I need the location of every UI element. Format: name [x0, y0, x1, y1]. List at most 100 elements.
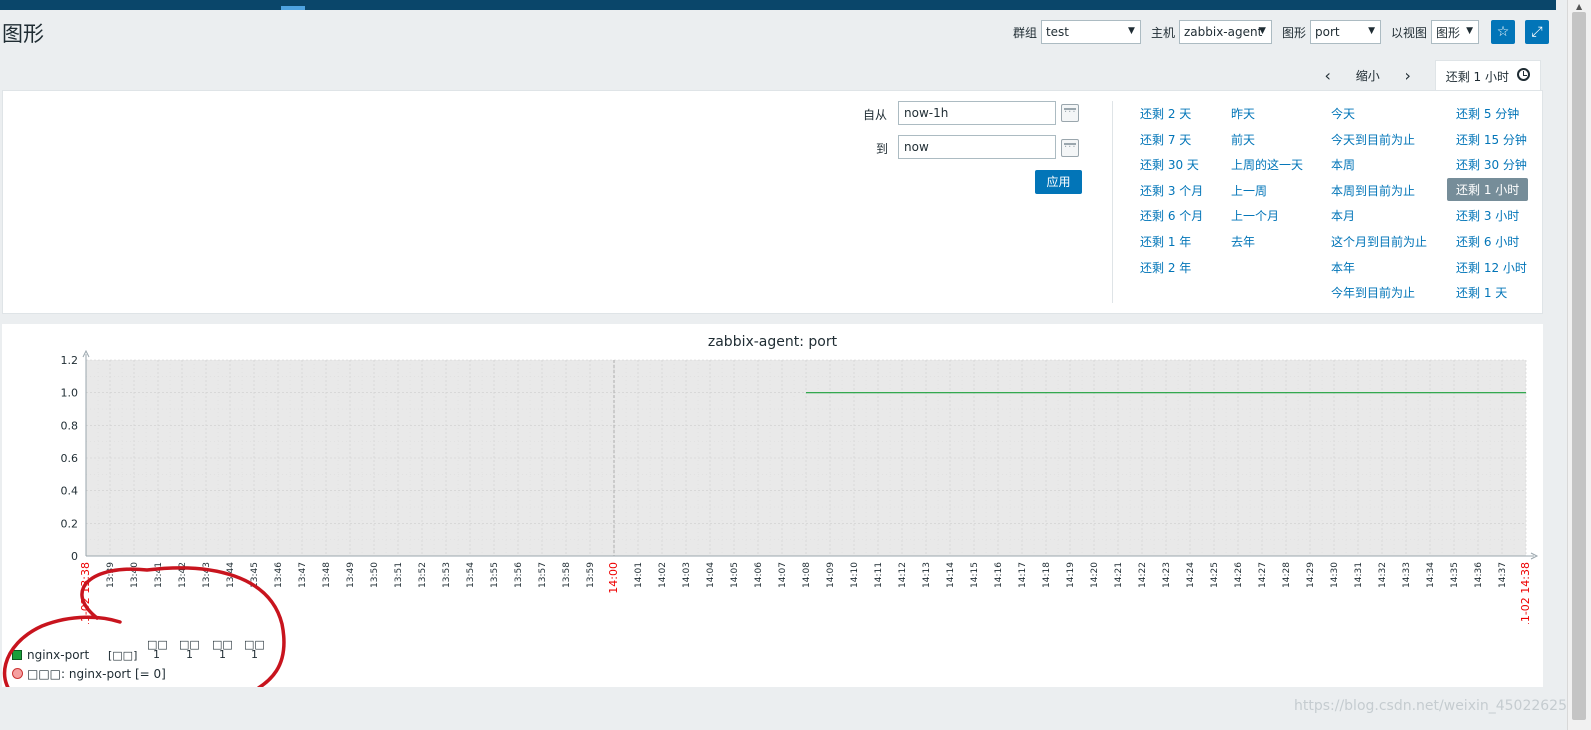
legend-unit: [□□] — [108, 649, 138, 662]
quick-range-link[interactable]: 还剩 12 小时 — [1456, 259, 1527, 276]
x-tick-label: 13:44 — [226, 562, 236, 588]
x-tick-label: 14:24 — [1186, 562, 1196, 588]
watermark: https://blog.csdn.net/weixin_45022625 — [1293, 698, 1567, 714]
quick-range-link[interactable]: 前天 — [1231, 131, 1255, 148]
time-range-tab-label: 还剩 1 小时 — [1445, 69, 1509, 84]
x-tick-label: 14:18 — [1042, 562, 1052, 588]
chevron-right-icon[interactable]: › — [1393, 66, 1423, 85]
x-tick-label: 13:42 — [178, 562, 188, 588]
x-tick-label: 14:05 — [730, 562, 740, 588]
trigger-indicator-icon — [12, 668, 23, 679]
vertical-scrollbar[interactable]: ▲ — [1567, 0, 1591, 730]
x-tick-label: 14:28 — [1282, 562, 1292, 588]
quick-range-link[interactable]: 还剩 6 小时 — [1456, 233, 1519, 250]
quick-range-link[interactable]: 上一周 — [1231, 182, 1267, 199]
x-tick-label: 13:51 — [394, 562, 404, 588]
scroll-up-icon[interactable]: ▲ — [1576, 2, 1582, 11]
legend-stat-value: 1 — [186, 648, 193, 661]
calendar-icon[interactable] — [1061, 104, 1079, 122]
fullscreen-icon[interactable]: ⤢ — [1525, 20, 1549, 44]
host-select[interactable]: zabbix-agent ▼ — [1178, 20, 1272, 44]
quick-range-link[interactable]: 还剩 15 分钟 — [1456, 131, 1527, 148]
quick-range-link[interactable]: 还剩 7 天 — [1140, 131, 1191, 148]
x-tick-label: 13:50 — [370, 562, 380, 588]
scrollbar-thumb[interactable] — [1572, 12, 1586, 720]
x-tick-label: 14:04 — [706, 562, 716, 588]
x-tick-label: 14:07 — [778, 562, 788, 588]
y-tick-label: 0.4 — [61, 485, 79, 498]
chevron-down-icon: ▼ — [1259, 26, 1266, 36]
quick-range-link[interactable]: 本周 — [1331, 156, 1355, 173]
zoom-out-button[interactable]: 缩小 — [1343, 67, 1393, 84]
x-tick-label: 11-02 13:38 — [79, 562, 92, 624]
x-tick-label: 13:54 — [466, 562, 476, 588]
x-tick-label: 14:14 — [946, 562, 956, 588]
quick-range-link[interactable]: 还剩 2 年 — [1140, 259, 1191, 276]
x-tick-label: 14:26 — [1234, 562, 1244, 588]
quick-range-link[interactable]: 还剩 1 年 — [1140, 233, 1191, 250]
x-tick-label: 13:53 — [442, 562, 452, 588]
legend-stat-value: 1 — [219, 648, 226, 661]
quick-range-link[interactable]: 还剩 30 天 — [1140, 156, 1199, 173]
x-tick-label: 14:02 — [658, 562, 668, 588]
quick-range-link[interactable]: 去年 — [1231, 233, 1255, 250]
group-select[interactable]: test ▼ — [1040, 20, 1141, 44]
x-tick-label: 14:37 — [1498, 562, 1508, 588]
quick-range-link[interactable]: 本年 — [1331, 259, 1355, 276]
graph-select-value: port — [1314, 25, 1340, 39]
quick-range-link[interactable]: 今天到目前为止 — [1331, 131, 1415, 148]
trigger-expression: [= 0] — [135, 667, 166, 681]
group-select-value: test — [1045, 25, 1069, 39]
graph-select[interactable]: port ▼ — [1309, 20, 1381, 44]
chevron-left-icon[interactable]: ‹ — [1313, 66, 1343, 85]
to-input[interactable]: now — [898, 135, 1056, 159]
quick-range-link[interactable]: 还剩 1 天 — [1456, 284, 1507, 301]
from-input[interactable]: now-1h — [898, 101, 1056, 125]
quick-range-link[interactable]: 还剩 2 天 — [1140, 105, 1191, 122]
x-tick-label: 14:12 — [898, 562, 908, 588]
quick-range-link[interactable]: 昨天 — [1231, 105, 1255, 122]
x-tick-label: 14:10 — [850, 562, 860, 588]
view-select[interactable]: 图形 ▼ — [1431, 20, 1479, 44]
quick-range-link[interactable]: 还剩 5 分钟 — [1456, 105, 1519, 122]
x-tick-label: 14:19 — [1066, 562, 1076, 588]
y-tick-label: 0 — [71, 550, 78, 563]
chevron-down-icon: ▼ — [1128, 26, 1135, 36]
quick-range-link[interactable]: 还剩 30 分钟 — [1456, 156, 1527, 173]
legend-color-swatch — [12, 650, 22, 660]
apply-button[interactable]: 应用 — [1035, 170, 1082, 194]
x-tick-label: 14:09 — [826, 562, 836, 588]
quick-range-link[interactable]: 上一个月 — [1231, 207, 1279, 224]
x-tick-label: 13:56 — [514, 562, 524, 588]
quick-range-link[interactable]: 还剩 3 小时 — [1456, 207, 1519, 224]
quick-range-link[interactable]: 本周到目前为止 — [1331, 182, 1415, 199]
host-label: 主机 — [1150, 25, 1175, 40]
x-tick-label: 14:11 — [874, 562, 884, 588]
quick-range-link[interactable]: 今天 — [1331, 105, 1355, 122]
x-tick-label: 14:13 — [922, 562, 932, 588]
quick-range-link[interactable]: 今年到目前为止 — [1331, 284, 1415, 301]
x-tick-label: 14:25 — [1210, 562, 1220, 588]
quick-range-link[interactable]: 这个月到目前为止 — [1331, 233, 1427, 250]
calendar-icon[interactable] — [1061, 139, 1079, 157]
quick-range-link[interactable]: 本月 — [1331, 207, 1355, 224]
quick-range-link-selected[interactable]: 还剩 1 小时 — [1447, 178, 1529, 201]
chevron-down-icon: ▼ — [1466, 26, 1473, 36]
host-select-value: zabbix-agent — [1183, 25, 1263, 39]
x-tick-label: 14:03 — [682, 562, 692, 588]
view-label: 以视图 — [1390, 25, 1427, 40]
x-tick-label: 13:49 — [346, 562, 356, 588]
graph-filters: 群组 test ▼ 主机 zabbix-agent ▼ 图形 port ▼ 以视图 图… — [1007, 20, 1549, 44]
time-range-tab[interactable]: 还剩 1 小时 — [1434, 59, 1541, 91]
x-tick-label: 14:30 — [1330, 562, 1340, 588]
quick-range-link[interactable]: 还剩 3 个月 — [1140, 182, 1203, 199]
x-tick-label: 13:58 — [562, 562, 572, 588]
quick-range-link[interactable]: 上周的这一天 — [1231, 156, 1303, 173]
favorite-star-icon[interactable]: ☆ — [1491, 20, 1515, 44]
legend-stat-value: 1 — [251, 648, 258, 661]
page-title: 图形 — [2, 22, 44, 46]
x-tick-label: 14:17 — [1018, 562, 1028, 588]
x-tick-label: 14:32 — [1378, 562, 1388, 588]
time-filter-panel: 自从 now-1h 到 now 应用 还剩 2 天 还剩 7 天 还剩 30 天… — [2, 90, 1543, 314]
quick-range-link[interactable]: 还剩 6 个月 — [1140, 207, 1203, 224]
